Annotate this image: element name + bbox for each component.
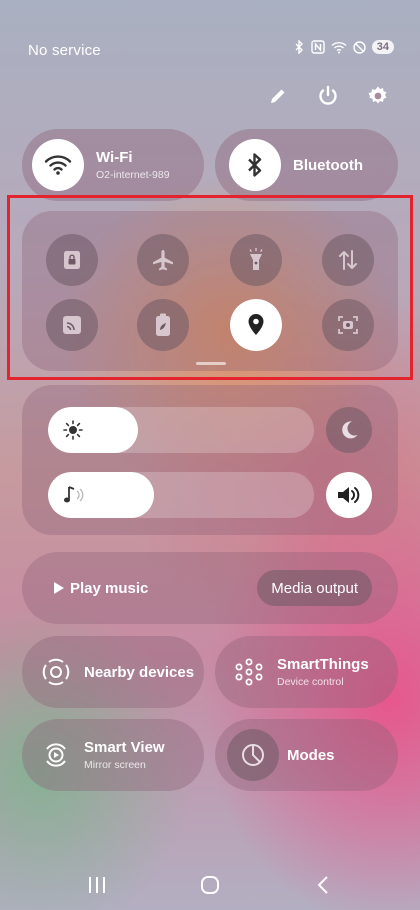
- smartthings-title: SmartThings: [277, 656, 369, 673]
- wifi-network-name: O2-internet-989: [96, 169, 170, 181]
- modes-tile[interactable]: Modes: [215, 719, 398, 791]
- sun-icon: [62, 419, 84, 441]
- brightness-slider[interactable]: [48, 407, 314, 453]
- play-music-label: Play music: [70, 579, 149, 597]
- modes-icon: [227, 729, 279, 781]
- wifi-tile[interactable]: Wi-Fi O2-internet-989: [22, 129, 204, 201]
- back-icon[interactable]: [303, 865, 343, 905]
- smart-view-subtitle: Mirror screen: [84, 759, 146, 771]
- nearby-devices-icon: [36, 652, 76, 692]
- navigation-bar: [0, 860, 420, 910]
- top-actions: [266, 84, 390, 108]
- media-panel: Play music Media output: [22, 552, 398, 624]
- modes-title: Modes: [287, 746, 335, 764]
- volume-slider[interactable]: [48, 472, 314, 518]
- smartthings-icon: [229, 652, 269, 692]
- nfc-icon: [311, 40, 325, 54]
- bluetooth-tile[interactable]: Bluetooth: [215, 129, 398, 201]
- wifi-toggle[interactable]: [32, 139, 84, 191]
- carrier-status: No service: [28, 42, 101, 59]
- media-output-button[interactable]: Media output: [257, 570, 372, 606]
- status-icons: 34: [294, 40, 394, 54]
- smartthings-tile[interactable]: SmartThings Device control: [215, 636, 398, 708]
- settings-icon[interactable]: [366, 84, 390, 108]
- bluetooth-icon: [294, 40, 305, 54]
- power-icon[interactable]: [316, 84, 340, 108]
- highlight-box: [7, 195, 413, 380]
- nearby-devices-title: Nearby devices: [84, 663, 195, 681]
- music-note-icon: [62, 484, 84, 506]
- home-icon[interactable]: [190, 865, 230, 905]
- edit-icon[interactable]: [266, 84, 290, 108]
- sound-icon[interactable]: [326, 472, 372, 518]
- wifi-title: Wi-Fi: [96, 149, 133, 166]
- recents-icon[interactable]: [77, 865, 117, 905]
- smartthings-subtitle: Device control: [277, 676, 344, 688]
- dark-mode-icon[interactable]: [326, 407, 372, 453]
- battery-level: 34: [371, 40, 394, 54]
- bluetooth-toggle[interactable]: [229, 139, 281, 191]
- play-music-button[interactable]: Play music: [54, 580, 148, 597]
- wifi-icon: [331, 41, 347, 54]
- nearby-devices-tile[interactable]: Nearby devices: [22, 636, 204, 708]
- do-not-disturb-icon: [353, 40, 366, 54]
- smart-view-tile[interactable]: Smart View Mirror screen: [22, 719, 204, 791]
- bluetooth-title: Bluetooth: [293, 156, 363, 174]
- smart-view-icon: [36, 735, 76, 775]
- play-icon: [54, 582, 64, 594]
- smart-view-title: Smart View: [84, 739, 165, 756]
